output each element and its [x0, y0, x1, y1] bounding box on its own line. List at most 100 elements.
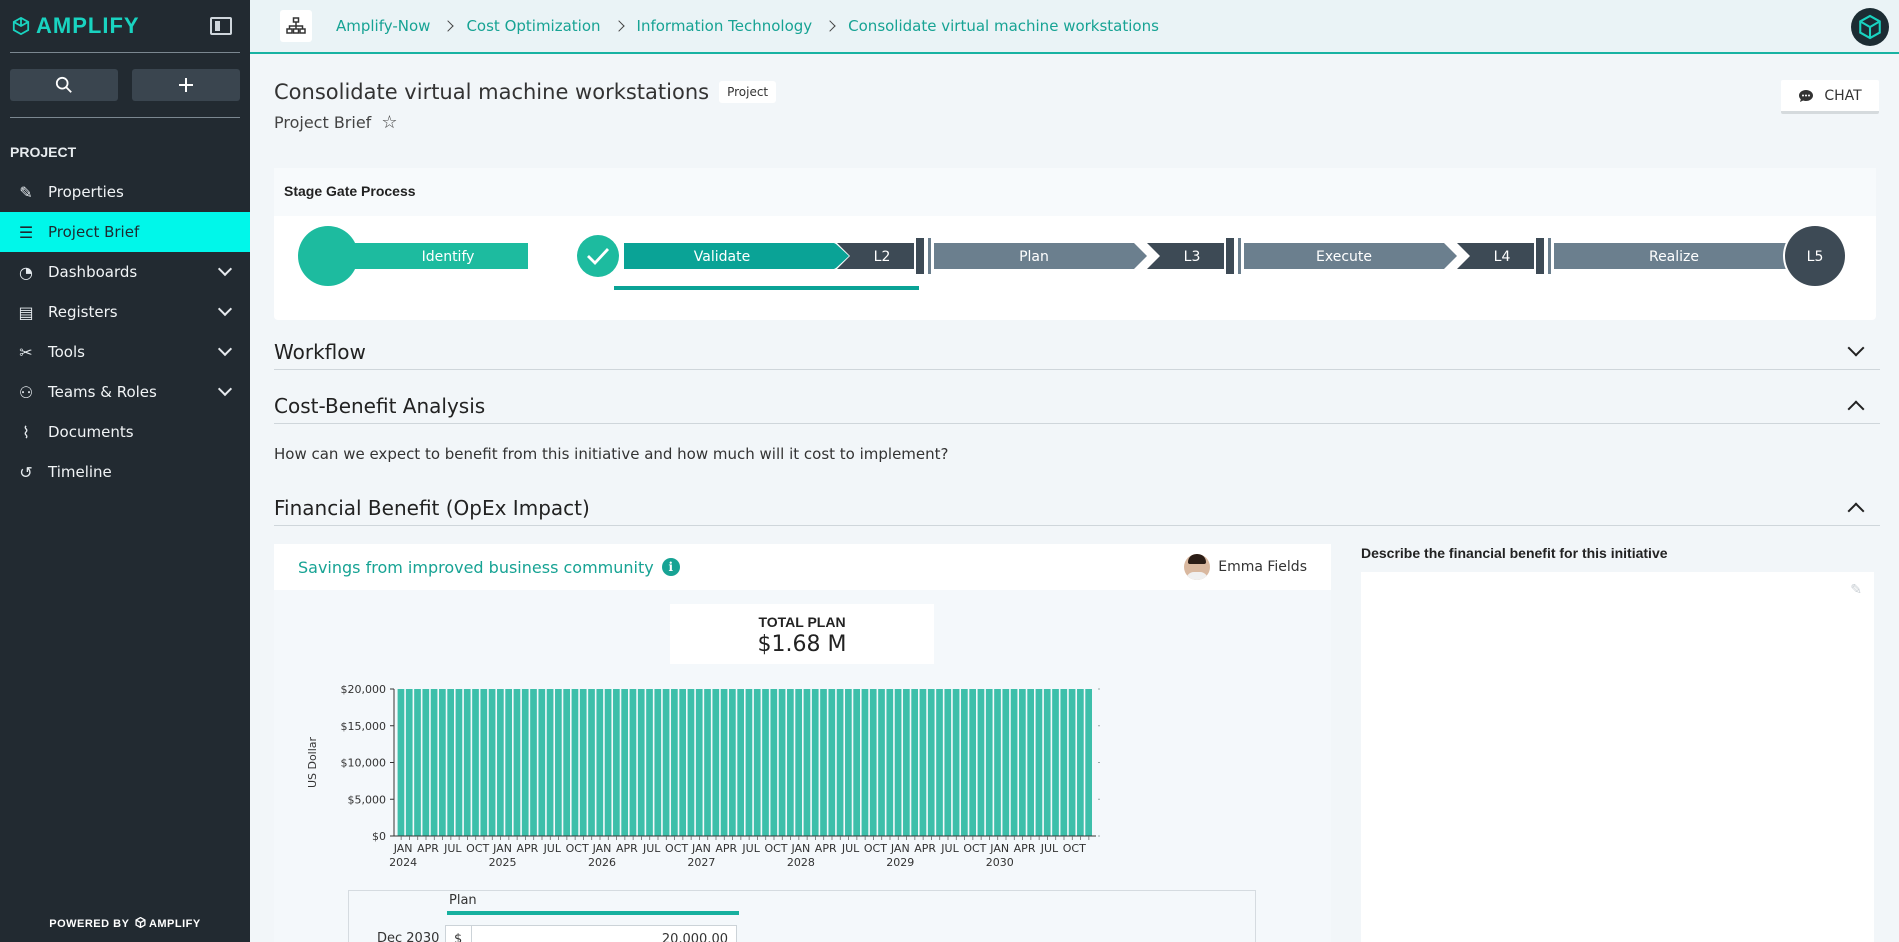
total-plan-label: TOTAL PLAN	[758, 614, 846, 630]
bar	[687, 689, 695, 836]
bar	[488, 689, 496, 836]
sidebar-item-registers[interactable]: ▤ Registers	[0, 292, 250, 332]
bar	[646, 689, 653, 836]
chevron-down-icon[interactable]	[217, 261, 233, 277]
benefit-chart: US Dollar $0 $5,000 $10,000 $15,000 $20,000 JA…	[306, 683, 1100, 869]
gate-label-l3: L3	[1184, 249, 1201, 265]
bar	[878, 689, 885, 836]
pencil-icon[interactable]: ✎	[1850, 582, 1862, 598]
stage-gate-track: Identify Validate L2 Plan L3 Execute L4 …	[298, 224, 1847, 290]
chevron-right-icon	[824, 20, 836, 32]
bar	[745, 689, 753, 836]
y-axis-label: US Dollar	[306, 736, 319, 788]
tab-plan[interactable]: Plan	[449, 893, 477, 908]
bar	[944, 689, 952, 836]
breadcrumb-item[interactable]: Cost Optimization	[466, 17, 600, 35]
describe-benefit-editor[interactable]: ✎	[1361, 572, 1874, 942]
bar	[1002, 689, 1010, 836]
plan-month: Dec 2030	[377, 931, 440, 942]
sidebar-item-teams-roles[interactable]: ⚇ Teams & Roles	[0, 372, 250, 412]
search-icon	[55, 76, 72, 93]
workflow-title: Workflow	[274, 339, 366, 364]
total-plan-value: $1.68 M	[757, 632, 847, 657]
star-icon[interactable]: ☆	[381, 112, 397, 133]
bar	[1019, 689, 1026, 836]
bar	[1043, 689, 1051, 836]
chevron-right-icon	[612, 20, 625, 32]
user-menu-button[interactable]	[1851, 8, 1889, 46]
plan-value-input[interactable]: $ 20,000.00	[445, 925, 737, 942]
year-label: 2025	[489, 856, 517, 869]
search-button[interactable]	[10, 69, 118, 101]
bar	[439, 689, 446, 836]
page-subtitle: Project Brief	[274, 113, 372, 132]
benefit-title[interactable]: Savings from improved business community…	[298, 558, 680, 577]
chat-button[interactable]: CHAT	[1781, 80, 1879, 114]
chevron-down-icon[interactable]	[217, 341, 233, 357]
sidebar-item-properties[interactable]: ✎ Properties	[0, 172, 250, 212]
bar	[538, 689, 546, 836]
x-tick-label: OCT	[764, 842, 787, 855]
bar	[1035, 689, 1043, 836]
chevron-down-icon[interactable]	[217, 301, 233, 317]
x-tick-label: OCT	[665, 842, 688, 855]
info-icon[interactable]: i	[661, 558, 680, 576]
cube-icon	[12, 17, 30, 35]
amplify-logo[interactable]: AMPLIFY	[12, 13, 140, 39]
sidebar-item-tools[interactable]: ✂ Tools	[0, 332, 250, 372]
breadcrumb-item[interactable]: Consolidate virtual machine workstations	[848, 17, 1159, 35]
bar	[555, 689, 562, 836]
chevron-down-icon[interactable]	[217, 381, 233, 397]
sidebar-item-label: Dashboards	[48, 263, 138, 281]
plan-panel: Plan Dec 2030 $ 20,000.00	[348, 890, 1256, 942]
bar	[613, 689, 620, 836]
plan-value[interactable]: 20,000.00	[472, 926, 736, 942]
workflow-section-header[interactable]: Workflow	[274, 334, 1880, 370]
x-tick-label: JUL	[741, 842, 760, 855]
total-plan-box: TOTAL PLAN $1.68 M	[670, 604, 934, 664]
stage-label-identify: Identify	[422, 249, 475, 265]
bar	[546, 689, 554, 836]
x-tick-label: JAN	[989, 842, 1009, 855]
hierarchy-button[interactable]	[280, 10, 312, 42]
bar	[571, 689, 579, 836]
bar	[961, 689, 968, 836]
x-tick-label: APR	[815, 842, 837, 855]
sidebar-collapse-icon[interactable]	[210, 17, 232, 35]
bar	[869, 689, 877, 836]
x-tick-label: APR	[616, 842, 638, 855]
bar	[1077, 689, 1084, 836]
bar	[1060, 689, 1068, 836]
main-content: Consolidate virtual machine workstations…	[250, 56, 1899, 942]
logo-row: AMPLIFY	[0, 0, 250, 52]
chat-label: CHAT	[1824, 87, 1862, 104]
bar	[621, 689, 628, 836]
bar	[447, 689, 454, 836]
chevron-down-icon[interactable]	[1847, 339, 1865, 356]
cost-benefit-question: How can we expect to benefit from this i…	[274, 445, 949, 463]
add-button[interactable]	[132, 69, 240, 101]
plus-icon	[179, 78, 193, 92]
sidebar-item-dashboards[interactable]: ◔ Dashboards	[0, 252, 250, 292]
chevron-up-icon[interactable]	[1847, 502, 1865, 519]
bar	[845, 689, 852, 836]
bar	[480, 689, 488, 836]
breadcrumb-item[interactable]: Information Technology	[637, 17, 813, 35]
bar	[654, 689, 662, 836]
y-tick-label: $20,000	[341, 683, 387, 696]
cost-benefit-section-header[interactable]: Cost-Benefit Analysis	[274, 388, 1880, 424]
sidebar-section-label: PROJECT	[10, 144, 77, 160]
stage-gate-title: Stage Gate Process	[274, 168, 1876, 216]
bar	[927, 689, 935, 836]
sidebar-nav: ✎ Properties ☰ Project Brief ◔ Dashboards ▤ Reg…	[0, 172, 250, 492]
tools-icon: ✂	[19, 342, 33, 362]
topbar: Amplify-Now Cost Optimization Information …	[250, 0, 1899, 54]
sidebar-item-timeline[interactable]: ↺ Timeline	[0, 452, 250, 492]
sidebar-item-documents[interactable]: ⌇ Documents	[0, 412, 250, 452]
financial-benefit-section-header[interactable]: Financial Benefit (OpEx Impact)	[274, 490, 1880, 526]
bar	[720, 689, 728, 836]
breadcrumb-item[interactable]: Amplify-Now	[336, 17, 430, 35]
sidebar-item-project-brief[interactable]: ☰ Project Brief	[0, 212, 250, 252]
benefit-owner[interactable]: Emma Fields	[1184, 554, 1307, 580]
chevron-up-icon[interactable]	[1847, 400, 1865, 417]
